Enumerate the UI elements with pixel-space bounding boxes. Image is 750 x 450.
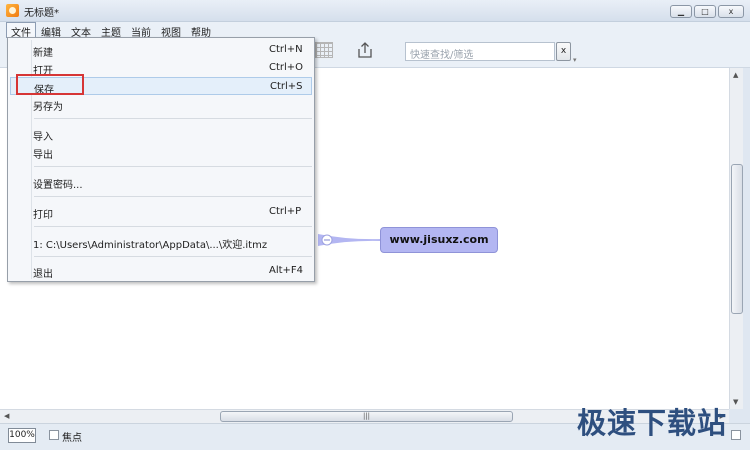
watermark-logo: 极速下载站 bbox=[577, 406, 728, 440]
menu-item-label: 打印 bbox=[33, 210, 53, 221]
scroll-up-icon[interactable]: ▲ bbox=[733, 71, 738, 79]
minimize-button[interactable]: ▁ bbox=[670, 5, 692, 18]
close-button[interactable]: x bbox=[718, 5, 744, 18]
menu-item-shortcut: Ctrl+O bbox=[269, 62, 304, 73]
zoom-level[interactable]: 100% bbox=[8, 428, 36, 443]
menu-item-export[interactable]: 导出 bbox=[10, 143, 312, 161]
menu-item-shortcut: Ctrl+P bbox=[269, 206, 302, 217]
menu-file[interactable]: 文件 bbox=[6, 22, 36, 39]
menu-item-recent-file[interactable]: 1: C:\Users\Administrator\AppData\...\欢迎… bbox=[10, 233, 312, 251]
menu-view[interactable]: 视图 bbox=[156, 22, 186, 39]
menu-topic[interactable]: 主题 bbox=[96, 22, 126, 39]
vertical-scrollbar[interactable]: ▲ ▼ bbox=[729, 68, 743, 409]
close-icon: x bbox=[728, 6, 734, 16]
focus-checkbox[interactable] bbox=[49, 430, 59, 440]
menu-separator bbox=[34, 118, 312, 119]
search-clear-button[interactable]: x bbox=[556, 42, 571, 61]
menu-help[interactable]: 帮助 bbox=[186, 22, 216, 39]
menu-item-label: 另存为 bbox=[33, 102, 63, 113]
focus-label: 焦点 bbox=[62, 433, 82, 444]
menu-current[interactable]: 当前 bbox=[126, 22, 156, 39]
menu-edit[interactable]: 编辑 bbox=[36, 22, 66, 39]
menu-item-label: 退出 bbox=[33, 269, 53, 280]
maximize-icon: □ bbox=[701, 6, 709, 16]
menu-item-new[interactable]: 新建 Ctrl+N bbox=[10, 41, 312, 59]
title-bar: 无标题* ▁ □ x bbox=[0, 0, 750, 22]
window-title: 无标题* bbox=[24, 8, 59, 19]
menu-separator bbox=[34, 196, 312, 197]
minimize-icon: ▁ bbox=[677, 6, 685, 16]
menu-item-label: 新建 bbox=[33, 48, 53, 59]
scroll-down-icon[interactable]: ▼ bbox=[733, 398, 738, 406]
menu-item-label: 1: C:\Users\Administrator\AppData\...\欢迎… bbox=[33, 240, 268, 251]
menu-item-label: 导出 bbox=[33, 150, 53, 161]
maximize-button[interactable]: □ bbox=[694, 5, 716, 18]
menu-separator bbox=[34, 166, 312, 167]
menu-separator bbox=[34, 226, 312, 227]
search-input[interactable]: 快速查找/筛选 bbox=[405, 42, 555, 61]
window-controls: ▁ □ x bbox=[670, 5, 744, 18]
resize-grip-icon[interactable] bbox=[731, 430, 741, 440]
app-logo-icon bbox=[6, 4, 19, 17]
menu-item-save-as[interactable]: 另存为 bbox=[10, 95, 312, 113]
menu-item-set-password[interactable]: 设置密码... bbox=[10, 173, 312, 191]
menu-text[interactable]: 文本 bbox=[66, 22, 96, 39]
horizontal-scroll-thumb[interactable]: ||| bbox=[220, 411, 513, 422]
menu-item-print[interactable]: 打印 Ctrl+P bbox=[10, 203, 312, 221]
menu-item-label: 设置密码... bbox=[33, 180, 83, 191]
menu-item-import[interactable]: 导入 bbox=[10, 125, 312, 143]
annotation-highlight-box bbox=[16, 74, 84, 95]
share-icon[interactable] bbox=[356, 41, 374, 59]
menu-item-shortcut: Ctrl+N bbox=[269, 44, 303, 55]
menu-separator bbox=[34, 256, 312, 257]
node-connector bbox=[318, 234, 382, 246]
menu-item-exit[interactable]: 退出 Alt+F4 bbox=[10, 262, 312, 280]
vertical-scroll-thumb[interactable] bbox=[731, 164, 743, 314]
menu-item-shortcut: Alt+F4 bbox=[269, 265, 304, 276]
scroll-left-icon[interactable]: ◀ bbox=[4, 412, 9, 420]
menu-item-label: 导入 bbox=[33, 132, 53, 143]
topic-node[interactable]: www.jisuxz.com bbox=[380, 227, 498, 253]
table-icon[interactable] bbox=[315, 42, 333, 58]
menu-item-shortcut: Ctrl+S bbox=[270, 81, 303, 92]
menu-bar: 文件 编辑 文本 主题 当前 视图 帮助 bbox=[0, 22, 750, 39]
search-options-icon[interactable]: ▾ bbox=[573, 56, 577, 64]
